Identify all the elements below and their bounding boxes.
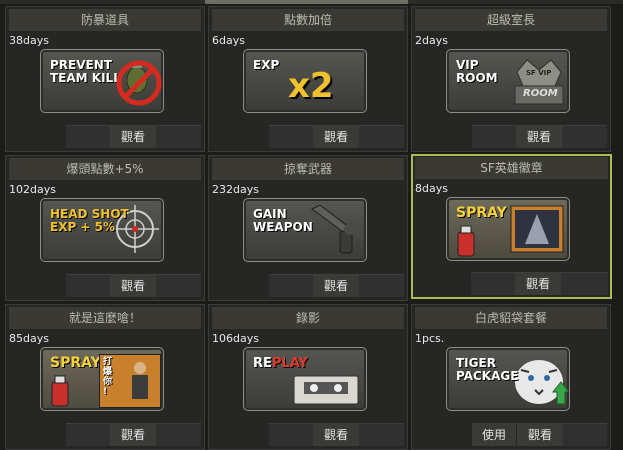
- item-badge-tiger-package: TIGER PACKAGE: [446, 347, 570, 411]
- view-button[interactable]: 觀看: [110, 424, 156, 446]
- taunt-decal-text: 打 爆 你 !: [103, 357, 113, 397]
- badge-room-text: ROOM: [523, 88, 558, 99]
- item-title: 掠奪武器: [212, 158, 404, 180]
- badge-text: VIP ROOM: [456, 58, 498, 85]
- badge-small-text: SF VIP: [526, 69, 552, 77]
- item-action-bar: 觀看: [471, 272, 608, 295]
- taunt-decal: 打 爆 你 !: [99, 354, 161, 408]
- item-card-exp-x2[interactable]: 點數加倍 6days EXP x2 觀看: [208, 6, 408, 152]
- crown-icon: [514, 59, 564, 105]
- item-card-replay[interactable]: 錄影 106days REPLAY 觀看: [208, 304, 408, 450]
- item-title: SF英雄徽章: [415, 157, 608, 179]
- item-action-bar: 觀看: [472, 125, 607, 148]
- item-action-bar: 觀看: [66, 125, 201, 148]
- badge-text: SPRAY: [456, 205, 507, 221]
- item-card-tiger-package[interactable]: 白虎貂袋套餐 1pcs. TIGER PACKAGE 使用 觀看: [411, 304, 611, 450]
- badge-text: GAIN WEAPON: [253, 207, 313, 234]
- badge-text: PREVENT TEAM KILL: [50, 58, 121, 85]
- item-duration: 8days: [415, 182, 448, 195]
- item-duration: 6days: [212, 34, 245, 47]
- badge-text: HEAD SHOT EXP + 5%: [50, 207, 129, 234]
- badge-replay-text: REPLAY: [253, 357, 308, 370]
- item-badge-vip-room: VIP ROOM SF VIP ROOM: [446, 49, 570, 113]
- pistol-icon: [311, 204, 356, 254]
- item-title: 防暴道具: [9, 9, 201, 31]
- badge-multiplier: x2: [288, 66, 334, 106]
- badge-text: EXP: [253, 58, 280, 72]
- spray-can-icon: [457, 225, 475, 257]
- item-action-bar: 觀看: [269, 274, 404, 297]
- view-button[interactable]: 觀看: [515, 273, 561, 295]
- item-action-bar: 觀看: [269, 125, 404, 148]
- view-button[interactable]: 觀看: [313, 424, 359, 446]
- item-badge-exp-x2: EXP x2: [243, 49, 367, 113]
- badge-text: TIGER PACKAGE: [456, 356, 519, 383]
- item-badge-prevent-team-kill: PREVENT TEAM KILL: [40, 49, 164, 113]
- item-action-bar: 觀看: [66, 274, 201, 297]
- item-duration: 38days: [9, 34, 49, 47]
- item-title: 錄影: [212, 307, 404, 329]
- view-button[interactable]: 觀看: [110, 126, 156, 148]
- item-duration: 106days: [212, 332, 259, 345]
- item-card-prevent-team-kill[interactable]: 防暴道具 38days PREVENT TEAM KILL 觀看: [5, 6, 205, 152]
- item-duration: 102days: [9, 183, 56, 196]
- grenade-no-icon: [116, 60, 162, 106]
- hero-decal-icon: [510, 205, 564, 253]
- item-action-bar: 觀看: [66, 423, 201, 446]
- view-button[interactable]: 觀看: [517, 424, 563, 446]
- view-button[interactable]: 觀看: [110, 275, 156, 297]
- item-title: 就是這麼嗆！: [9, 307, 201, 329]
- item-badge-gain-weapon: GAIN WEAPON: [243, 198, 367, 262]
- use-button[interactable]: 使用: [472, 424, 517, 446]
- item-badge-replay: REPLAY: [243, 347, 367, 411]
- top-scroll-indicator: [0, 0, 623, 4]
- badge-replay-re: RE: [253, 356, 272, 371]
- item-duration: 1pcs.: [415, 332, 445, 345]
- view-button[interactable]: 觀看: [313, 275, 359, 297]
- item-title: 爆頭點數+5%: [9, 158, 201, 180]
- item-card-vip-room[interactable]: 超級室長 2days VIP ROOM SF VIP ROOM 觀看: [411, 6, 611, 152]
- item-badge-headshot-exp: HEAD SHOT EXP + 5%: [40, 198, 164, 262]
- item-card-spray-taunt[interactable]: 就是這麼嗆！ 85days SPRAY 打 爆 你 ! 觀看: [5, 304, 205, 450]
- view-button[interactable]: 觀看: [313, 126, 359, 148]
- top-indicator-segment: [205, 0, 408, 4]
- spray-can-icon: [51, 375, 69, 407]
- view-button[interactable]: 觀看: [516, 126, 562, 148]
- item-duration: 2days: [415, 34, 448, 47]
- item-title: 白虎貂袋套餐: [415, 307, 607, 329]
- item-card-headshot-exp[interactable]: 爆頭點數+5% 102days HEAD SHOT EXP + 5% 觀看: [5, 155, 205, 301]
- cassette-tape-icon: [293, 375, 359, 405]
- item-badge-sf-hero-spray: SPRAY: [446, 197, 570, 261]
- item-action-bar: 使用 觀看: [472, 423, 607, 446]
- badge-replay-play: PLAY: [271, 356, 308, 371]
- item-duration: 232days: [212, 183, 259, 196]
- badge-text: SPRAY: [50, 355, 101, 371]
- item-badge-spray-taunt: SPRAY 打 爆 你 !: [40, 347, 164, 411]
- item-duration: 85days: [9, 332, 49, 345]
- item-title: 超級室長: [415, 9, 607, 31]
- soldier-figure-icon: [132, 362, 148, 399]
- item-action-bar: 觀看: [269, 423, 404, 446]
- item-card-sf-hero-badge[interactable]: SF英雄徽章 8days SPRAY 觀看: [411, 154, 612, 299]
- item-title: 點數加倍: [212, 9, 404, 31]
- item-card-gain-weapon[interactable]: 掠奪武器 232days GAIN WEAPON 觀看: [208, 155, 408, 301]
